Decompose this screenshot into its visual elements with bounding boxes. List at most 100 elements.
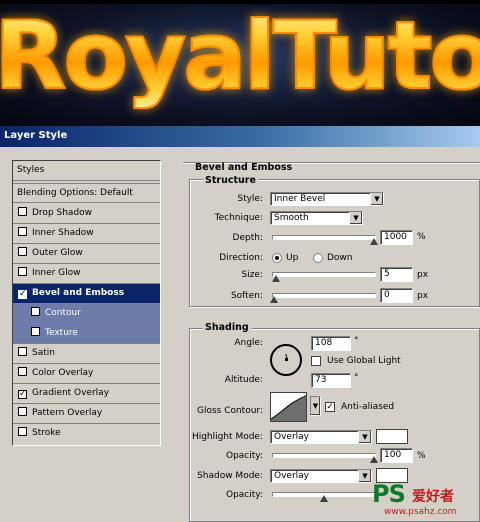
- style-item-bevel-and-emboss[interactable]: ✓ Bevel and Emboss: [13, 284, 160, 304]
- style-item-contour[interactable]: Contour: [13, 304, 160, 324]
- stroke-checkbox[interactable]: [18, 427, 27, 436]
- pattern-overlay-checkbox[interactable]: [18, 407, 27, 416]
- soften-slider[interactable]: [272, 293, 376, 298]
- chevron-down-icon: ▼: [370, 193, 383, 205]
- contour-curve-icon: [271, 395, 306, 421]
- style-item-inner-glow[interactable]: Inner Glow: [13, 264, 160, 284]
- inner-glow-checkbox[interactable]: [18, 267, 27, 276]
- shadow-mode-label: Shadow Mode:: [197, 471, 263, 481]
- dialog-title-bar[interactable]: Layer Style: [0, 126, 480, 147]
- highlight-mode-value: Overlay: [274, 432, 309, 442]
- altitude-label: Altitude:: [224, 375, 263, 385]
- banner-image: RoyalTuto: [0, 0, 480, 126]
- direction-up-radio[interactable]: [272, 253, 282, 263]
- blending-options-label: Blending Options: Default: [17, 188, 133, 198]
- texture-label: Texture: [45, 328, 78, 338]
- style-item-pattern-overlay[interactable]: Pattern Overlay: [13, 404, 160, 424]
- style-select[interactable]: Inner Bevel ▼: [270, 192, 384, 206]
- outer-glow-checkbox[interactable]: [18, 247, 27, 256]
- angle-label: Angle:: [234, 338, 263, 348]
- gradient-overlay-checkbox[interactable]: ✓: [18, 390, 27, 399]
- angle-dial[interactable]: [270, 344, 302, 376]
- style-item-stroke[interactable]: Stroke: [13, 424, 160, 444]
- inner-shadow-checkbox[interactable]: [18, 227, 27, 236]
- highlight-mode-select[interactable]: Overlay ▼: [270, 430, 372, 444]
- depth-slider[interactable]: [272, 235, 376, 240]
- depth-unit: %: [417, 232, 426, 242]
- shading-title: Shading: [203, 322, 251, 333]
- style-item-outer-glow[interactable]: Outer Glow: [13, 244, 160, 264]
- drop-shadow-checkbox[interactable]: [18, 207, 27, 216]
- technique-select-value: Smooth: [274, 213, 309, 223]
- highlight-mode-label: Highlight Mode:: [191, 432, 263, 442]
- anti-aliased-checkbox[interactable]: ✓: [325, 402, 335, 412]
- anti-aliased-label: Anti-aliased: [341, 402, 395, 412]
- style-item-drop-shadow[interactable]: Drop Shadow: [13, 204, 160, 224]
- style-item-satin[interactable]: Satin: [13, 344, 160, 364]
- shadow-mode-select[interactable]: Overlay ▼: [270, 469, 372, 483]
- direction-up-label: Up: [286, 253, 299, 263]
- watermark-url: www.psahz.com: [384, 507, 457, 517]
- direction-label: Direction:: [219, 253, 263, 263]
- style-item-color-overlay[interactable]: Color Overlay: [13, 364, 160, 384]
- blending-options-item[interactable]: Blending Options: Default: [13, 183, 160, 203]
- angle-input[interactable]: 108: [311, 336, 351, 351]
- technique-label: Technique:: [214, 213, 263, 223]
- highlight-opacity-thumb[interactable]: [370, 456, 378, 463]
- style-item-texture[interactable]: Texture: [13, 324, 160, 344]
- pattern-overlay-label: Pattern Overlay: [32, 408, 103, 418]
- color-overlay-checkbox[interactable]: [18, 367, 27, 376]
- depth-slider-thumb[interactable]: [370, 238, 378, 245]
- gloss-contour-dropdown[interactable]: ▼: [310, 396, 321, 416]
- highlight-opacity-input[interactable]: 100: [380, 448, 413, 463]
- outer-glow-label: Outer Glow: [32, 248, 83, 258]
- angle-unit: °: [354, 336, 359, 346]
- structure-title: Structure: [203, 175, 258, 186]
- bevel-emboss-panel: Bevel and Emboss Structure Style: Inner …: [183, 158, 480, 522]
- chevron-down-icon: ▼: [358, 431, 371, 443]
- altitude-input[interactable]: 73: [311, 373, 351, 388]
- size-unit: px: [417, 270, 429, 280]
- color-overlay-label: Color Overlay: [32, 368, 94, 378]
- chevron-down-icon: ▼: [311, 397, 320, 415]
- watermark-ps: PS: [372, 480, 406, 508]
- style-select-value: Inner Bevel: [274, 194, 326, 204]
- satin-label: Satin: [32, 348, 55, 358]
- site-watermark: PS 爱好者 www.psahz.com: [372, 480, 480, 522]
- highlight-opacity-label: Opacity:: [226, 451, 263, 461]
- chevron-down-icon: ▼: [349, 212, 362, 224]
- dialog-title: Layer Style: [4, 130, 68, 141]
- direction-down-label: Down: [327, 253, 353, 263]
- size-input[interactable]: 5: [380, 267, 413, 282]
- satin-checkbox[interactable]: [18, 347, 27, 356]
- style-item-inner-shadow[interactable]: Inner Shadow: [13, 224, 160, 244]
- shadow-opacity-thumb[interactable]: [320, 495, 328, 502]
- highlight-opacity-slider[interactable]: [272, 453, 376, 458]
- texture-checkbox[interactable]: [31, 327, 40, 336]
- royaltuto-logo: RoyalTuto: [0, 1, 480, 112]
- technique-select[interactable]: Smooth ▼: [270, 211, 363, 225]
- soften-slider-thumb[interactable]: [270, 296, 278, 303]
- styles-header-label: Styles: [17, 165, 45, 175]
- soften-unit: px: [417, 291, 429, 301]
- shadow-mode-value: Overlay: [274, 471, 309, 481]
- size-label: Size:: [241, 270, 263, 280]
- direction-down-radio[interactable]: [313, 253, 323, 263]
- use-global-light-checkbox[interactable]: [311, 356, 321, 366]
- bevel-and-emboss-checkbox[interactable]: ✓: [18, 290, 27, 299]
- watermark-cn: 爱好者: [412, 489, 454, 505]
- highlight-color-swatch[interactable]: [376, 429, 408, 444]
- styles-list: Styles Blending Options: Default Drop Sh…: [12, 160, 161, 446]
- soften-input[interactable]: 0: [380, 288, 413, 303]
- gloss-contour-preview[interactable]: [270, 392, 307, 422]
- section-title: Bevel and Emboss: [195, 162, 293, 173]
- drop-shadow-label: Drop Shadow: [32, 208, 93, 218]
- size-slider-thumb[interactable]: [272, 275, 280, 282]
- style-label: Style:: [237, 194, 263, 204]
- size-slider[interactable]: [272, 272, 376, 277]
- contour-checkbox[interactable]: [31, 307, 40, 316]
- styles-header[interactable]: Styles: [13, 161, 160, 181]
- style-item-gradient-overlay[interactable]: ✓ Gradient Overlay: [13, 384, 160, 404]
- depth-input[interactable]: 1000: [380, 230, 413, 245]
- inner-shadow-label: Inner Shadow: [32, 228, 94, 238]
